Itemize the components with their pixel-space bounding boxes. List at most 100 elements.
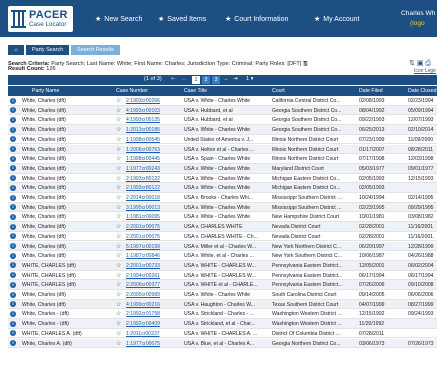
table-row[interactable]: i White, Charles (dft) ☆ 1:2006cr00763 USA v…: [8, 144, 437, 155]
case-number-link[interactable]: 2:1992cr01758: [126, 311, 160, 317]
table-row[interactable]: i WHITE, CHARLES A. (dft) ☆ 1:2011cr00237 US…: [8, 329, 437, 339]
nav-my-account[interactable]: ★ My Account: [314, 15, 359, 23]
star-outline-icon[interactable]: ☆: [116, 330, 121, 337]
pacer-logo[interactable]: PACER Case Locator: [8, 6, 73, 32]
case-number-link[interactable]: 2:1993cr80122: [126, 185, 160, 191]
save-icon[interactable]: 🖫: [303, 61, 308, 67]
star-outline-icon[interactable]: ☆: [116, 281, 121, 288]
case-number-link[interactable]: 1:1981cr00095: [126, 214, 160, 220]
col-date-filed[interactable]: Date Filed: [359, 88, 383, 94]
case-number-link[interactable]: 4:1993cr00135: [126, 117, 160, 123]
info-icon[interactable]: i: [10, 184, 16, 191]
case-number-link[interactable]: 2:1994cr00261: [126, 273, 160, 279]
table-row[interactable]: i White, Charles (dft) ☆ 2:2001cr00075 USA v…: [8, 222, 437, 232]
table-row[interactable]: i White, Charles - (dft) ☆ 2:1992cr01758 USA…: [8, 309, 437, 320]
table-row[interactable]: i WHITE, CHARLES (dft) ☆ 2:2001cr00733 USA v…: [8, 260, 437, 271]
star-outline-icon[interactable]: ☆: [116, 320, 121, 327]
col-case-number[interactable]: Case Number: [116, 88, 148, 94]
export-icon[interactable]: ▣: [417, 60, 424, 67]
star-outline-icon[interactable]: ☆: [116, 175, 121, 182]
home-icon[interactable]: ⌂: [8, 45, 24, 55]
table-row[interactable]: i White, Charles (dft) ☆ 5:1997cr00199 USA v…: [8, 241, 437, 252]
case-number-link[interactable]: 2:2006cr00377: [126, 282, 160, 288]
last-page-icon[interactable]: ⇥: [233, 76, 238, 82]
case-number-link[interactable]: 2:2005cr00989: [126, 292, 160, 298]
info-icon[interactable]: i: [10, 107, 16, 114]
col-party-name[interactable]: Party Name: [32, 88, 59, 94]
table-row[interactable]: i White, Charles (dft) ☆ 2:2001cr00075 USA v…: [8, 232, 437, 242]
page-2-button[interactable]: 2: [202, 76, 210, 84]
star-outline-icon[interactable]: ☆: [116, 262, 121, 269]
col-court[interactable]: Court: [272, 88, 285, 94]
star-outline-icon[interactable]: ☆: [116, 340, 121, 347]
star-outline-icon[interactable]: ☆: [116, 136, 121, 143]
table-row[interactable]: i White, Charles (dft) ☆ 2:2005cr00989 USA v…: [8, 290, 437, 300]
case-number-link[interactable]: 4:1993cr00103: [126, 108, 160, 114]
star-outline-icon[interactable]: ☆: [116, 155, 121, 162]
table-row[interactable]: i WHITE, CHARLES (dft) ☆ 2:1994cr00261 USA v…: [8, 271, 437, 281]
table-row[interactable]: i White, Charles (dft) ☆ 3:1995cr00013 USA v…: [8, 202, 437, 213]
nav-new-search[interactable]: ★ New Search: [95, 15, 142, 23]
star-outline-icon[interactable]: ☆: [116, 184, 121, 191]
info-icon[interactable]: i: [10, 165, 16, 172]
star-outline-icon[interactable]: ☆: [116, 223, 121, 230]
table-row[interactable]: i White, Charles (dft) ☆ 1:2013cr00185 USA v…: [8, 125, 437, 135]
case-number-link[interactable]: 4:1999cr00216: [126, 302, 160, 308]
table-row[interactable]: i White, Charles (dft) ☆ 4:1993cr00103 USA v…: [8, 105, 437, 116]
info-icon[interactable]: i: [10, 146, 16, 153]
info-icon[interactable]: i: [10, 223, 16, 230]
case-number-link[interactable]: 2:2001cr00075: [126, 224, 160, 230]
table-row[interactable]: i White, Charles (dft) ☆ 4:1999cr00216 USA v…: [8, 299, 437, 310]
info-icon[interactable]: i: [10, 97, 16, 104]
col-case-title[interactable]: Case Title: [184, 88, 207, 94]
nav-saved-items[interactable]: ★ Saved Items: [158, 15, 206, 23]
table-row[interactable]: i White, Charles (dft) ☆ 2:1993cr80122 USA v…: [8, 183, 437, 193]
info-icon[interactable]: i: [10, 155, 16, 162]
star-outline-icon[interactable]: ☆: [116, 146, 121, 153]
table-row[interactable]: i White, Charles (dft) ☆ 2:1993cr00266 USA v…: [8, 96, 437, 106]
info-icon[interactable]: i: [10, 291, 16, 298]
star-outline-icon[interactable]: ☆: [116, 291, 121, 298]
star-outline-icon[interactable]: ☆: [116, 126, 121, 133]
icon-legend-link[interactable]: Icon Lege: [414, 68, 436, 74]
info-icon[interactable]: i: [10, 320, 16, 327]
case-number-link[interactable]: 1:1977cr00075: [126, 341, 160, 347]
info-icon[interactable]: i: [10, 233, 16, 240]
nav-court-information[interactable]: ★ Court Information: [225, 15, 288, 23]
table-row[interactable]: i White, Charles A. (dft) ☆ 1:1977cr00075 US…: [8, 338, 437, 349]
logout-link[interactable]: (logo: [410, 20, 425, 27]
table-row[interactable]: i White, Charles (dft) ☆ 4:1993cr00135 USA v…: [8, 115, 437, 126]
star-outline-icon[interactable]: ☆: [116, 310, 121, 317]
star-outline-icon[interactable]: ☆: [116, 243, 121, 250]
case-number-link[interactable]: 1:1977cr00243: [126, 166, 160, 172]
info-icon[interactable]: i: [10, 204, 16, 211]
info-icon[interactable]: i: [10, 194, 16, 201]
table-row[interactable]: i White, Charles (dft) ☆ 1:1987cr00846 USA v…: [8, 251, 437, 261]
page-3-button[interactable]: 3: [212, 76, 220, 84]
case-number-link[interactable]: 3:1995cr00013: [126, 205, 160, 211]
info-icon[interactable]: i: [10, 213, 16, 220]
sort-icon[interactable]: ⇅: [409, 60, 415, 67]
table-row[interactable]: i WHITE, CHARLES (dft) ☆ 2:2006cr00377 USA v…: [8, 280, 437, 290]
star-outline-icon[interactable]: ☆: [116, 233, 121, 240]
case-number-link[interactable]: 2:2014cr00018: [126, 195, 160, 201]
case-number-link[interactable]: 2:2001cr00733: [126, 263, 160, 269]
star-outline-icon[interactable]: ☆: [116, 165, 121, 172]
case-number-link[interactable]: 1:1998cr00545: [126, 137, 160, 143]
table-row[interactable]: i White, Charles - (dft) ☆ 2:1992cr00409 USA…: [8, 319, 437, 329]
star-outline-icon[interactable]: ☆: [116, 252, 121, 259]
info-icon[interactable]: i: [10, 340, 16, 347]
table-row[interactable]: i White, Charles (dft) ☆ 1:1998cr00445 USA v…: [8, 154, 437, 164]
info-icon[interactable]: i: [10, 175, 16, 182]
print-icon[interactable]: ⎙: [425, 60, 431, 67]
page-1-button[interactable]: 1: [192, 76, 200, 84]
star-outline-icon[interactable]: ☆: [116, 301, 121, 308]
table-row[interactable]: i White, Charles (dft) ☆ 1:1998cr00545 Unite…: [8, 135, 437, 145]
info-icon[interactable]: i: [10, 262, 16, 269]
case-number-link[interactable]: 1:2006cr00763: [126, 147, 160, 153]
info-icon[interactable]: i: [10, 126, 16, 133]
table-row[interactable]: i White, Charles (dft) ☆ 2:2014cr00018 USA v…: [8, 193, 437, 203]
star-outline-icon[interactable]: ☆: [116, 272, 121, 279]
star-outline-icon[interactable]: ☆: [116, 107, 121, 114]
info-icon[interactable]: i: [10, 301, 16, 308]
